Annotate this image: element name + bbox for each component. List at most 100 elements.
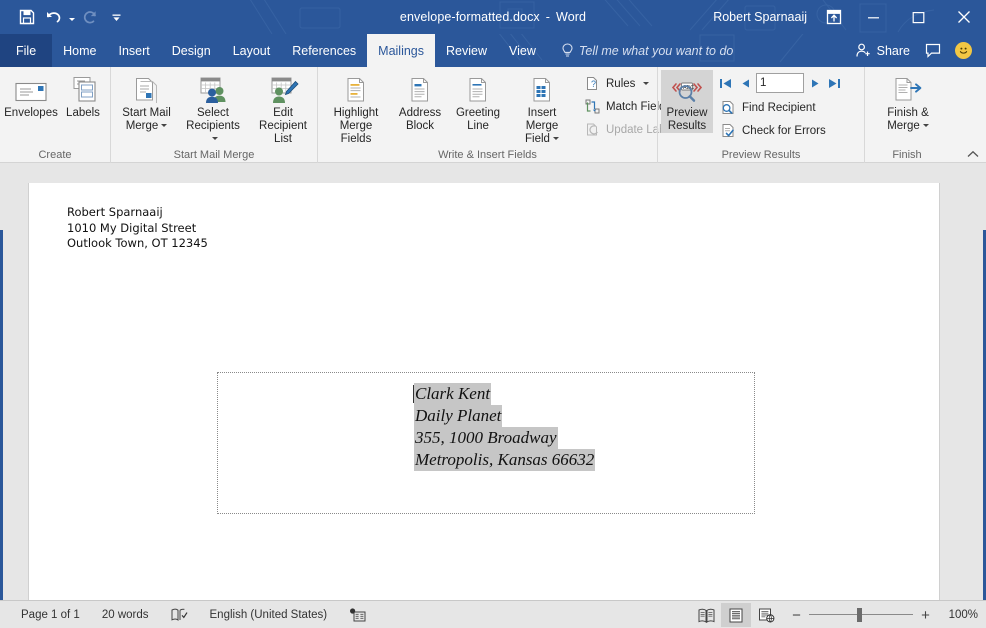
- return-address-text[interactable]: Robert Sparnaaij 1010 My Digital Street …: [67, 205, 208, 252]
- tab-file[interactable]: File: [0, 34, 53, 67]
- select-recipients-label2-text: Recipients: [186, 120, 240, 132]
- edit-recipient-list-label-line1: Edit: [273, 107, 293, 119]
- tab-layout[interactable]: Layout: [222, 34, 282, 67]
- rules-icon: ?: [584, 75, 601, 92]
- address-block-button[interactable]: Address Block: [391, 70, 449, 133]
- redo-icon: [83, 11, 96, 24]
- tab-file-label: File: [16, 43, 37, 58]
- zoom-slider-thumb[interactable]: [857, 608, 862, 622]
- status-bar: Page 1 of 1 20 words English (United Sta…: [0, 600, 986, 628]
- macro-recording-button[interactable]: [338, 603, 377, 627]
- tab-review[interactable]: Review: [435, 34, 498, 67]
- finish-and-merge-label2-text: Merge: [887, 120, 920, 132]
- envelope-address-frame[interactable]: Clark Kent Daily Planet 355, 1000 Broadw…: [217, 372, 755, 514]
- preview-results-toggle-button[interactable]: ABC Preview Results: [661, 70, 713, 133]
- next-record-button[interactable]: [808, 73, 822, 93]
- tab-references[interactable]: References: [281, 34, 367, 67]
- zoom-slider[interactable]: [809, 608, 913, 622]
- customize-quick-access-toolbar-button[interactable]: [103, 5, 129, 29]
- close-button[interactable]: [941, 0, 986, 34]
- view-read-mode-button[interactable]: [691, 603, 721, 627]
- ribbon-group-finish-label: Finish: [892, 148, 922, 161]
- finish-and-merge-button[interactable]: Finish & Merge: [876, 70, 940, 133]
- document-canvas[interactable]: Robert Sparnaaij 1010 My Digital Street …: [0, 163, 986, 600]
- labels-icon: [67, 73, 99, 107]
- tab-home[interactable]: Home: [52, 34, 107, 67]
- envelope-address-line-3: 355, 1000 Broadway: [414, 427, 558, 449]
- comments-button[interactable]: [918, 34, 948, 67]
- ribbon-group-start-mail-merge-label: Start Mail Merge: [173, 148, 255, 161]
- start-mail-merge-label-line2: Merge: [126, 120, 168, 133]
- save-button[interactable]: [14, 5, 40, 29]
- view-web-layout-button[interactable]: [751, 603, 781, 627]
- labels-button[interactable]: Labels: [59, 70, 107, 120]
- tab-insert[interactable]: Insert: [108, 34, 161, 67]
- previous-record-button[interactable]: [738, 73, 752, 93]
- first-record-button[interactable]: [717, 73, 734, 93]
- quick-access-toolbar: [0, 5, 129, 29]
- rules-label: Rules: [606, 77, 636, 90]
- check-for-errors-icon: [720, 122, 737, 139]
- preview-results-label-line1: Preview: [666, 107, 708, 119]
- comment-bubble-icon: [925, 43, 941, 58]
- ribbon-group-write-and-insert-fields-label: Write & Insert Fields: [438, 148, 537, 161]
- edit-recipient-list-label-line2: Recipient List: [259, 120, 307, 145]
- check-for-errors-button[interactable]: Check for Errors: [717, 119, 843, 142]
- envelopes-button[interactable]: Envelopes: [3, 70, 59, 120]
- zoom-level-button[interactable]: 100%: [938, 609, 978, 621]
- highlight-merge-fields-button[interactable]: Highlight Merge Fields: [321, 70, 391, 146]
- document-title: envelope-formatted.docx: [399, 10, 540, 24]
- lightbulb-icon: [562, 43, 573, 57]
- last-record-button[interactable]: [826, 73, 843, 93]
- macro-recording-icon: [350, 607, 366, 621]
- tab-home-label: Home: [63, 43, 97, 58]
- select-recipients-dropdown-arrow[interactable]: [211, 137, 218, 141]
- tab-mailings[interactable]: Mailings: [367, 34, 436, 67]
- word-count[interactable]: 20 words: [91, 603, 160, 627]
- page-indicator[interactable]: Page 1 of 1: [10, 603, 91, 627]
- insert-merge-field-label-line2: Field: [525, 133, 559, 146]
- undo-dropdown-arrow[interactable]: [66, 5, 77, 29]
- envelope-address-line-1: Clark Kent: [414, 383, 492, 405]
- envelope-address-text[interactable]: Clark Kent Daily Planet 355, 1000 Broadw…: [414, 383, 596, 471]
- next-record-icon: [811, 79, 818, 87]
- share-button[interactable]: Share: [848, 34, 918, 67]
- insert-merge-field-dropdown-arrow[interactable]: [552, 137, 559, 141]
- minimize-button[interactable]: [851, 0, 896, 34]
- record-number-input[interactable]: 1: [756, 73, 804, 93]
- share-person-icon: [856, 43, 870, 57]
- collapse-ribbon-button[interactable]: [964, 146, 982, 162]
- greeting-line-label-line2: Line: [467, 120, 489, 132]
- view-print-layout-button[interactable]: [721, 603, 751, 627]
- redo-button[interactable]: [77, 5, 103, 29]
- tell-me-search-box[interactable]: Tell me what you want to do: [547, 34, 744, 67]
- document-page[interactable]: Robert Sparnaaij 1010 My Digital Street …: [28, 183, 940, 600]
- tab-design[interactable]: Design: [161, 34, 222, 67]
- rules-dropdown-arrow[interactable]: [643, 82, 650, 85]
- insert-merge-field-button[interactable]: Insert Merge Field: [507, 70, 577, 146]
- labels-label: Labels: [66, 107, 100, 119]
- web-layout-icon: [758, 608, 774, 623]
- maximize-button[interactable]: [896, 0, 941, 34]
- start-mail-merge-dropdown-arrow[interactable]: [161, 124, 168, 128]
- edit-recipient-list-button[interactable]: Edit Recipient List: [247, 70, 319, 146]
- account-name[interactable]: Robert Sparnaaij: [713, 10, 817, 24]
- proofing-status-button[interactable]: [160, 603, 199, 627]
- finish-and-merge-dropdown-arrow[interactable]: [922, 124, 929, 128]
- zoom-out-button[interactable]: −: [791, 607, 802, 624]
- match-fields-icon: [584, 98, 601, 115]
- select-recipients-button[interactable]: Select Recipients: [179, 70, 247, 146]
- tab-view[interactable]: View: [498, 34, 547, 67]
- close-icon: [957, 11, 970, 23]
- language-indicator[interactable]: English (United States): [199, 603, 339, 627]
- start-mail-merge-label-line1: Start Mail: [122, 107, 171, 119]
- zoom-in-button[interactable]: +: [920, 607, 931, 624]
- feedback-smiley-button[interactable]: [948, 34, 978, 67]
- greeting-line-button[interactable]: Greeting Line: [449, 70, 507, 133]
- find-recipient-icon: [720, 99, 737, 116]
- ribbon-display-options-button[interactable]: [817, 0, 851, 34]
- undo-button[interactable]: [40, 5, 66, 29]
- start-mail-merge-button[interactable]: Start Mail Merge: [114, 70, 179, 133]
- find-recipient-button[interactable]: Find Recipient: [717, 96, 843, 119]
- tab-strip-right-controls: Share: [848, 34, 986, 67]
